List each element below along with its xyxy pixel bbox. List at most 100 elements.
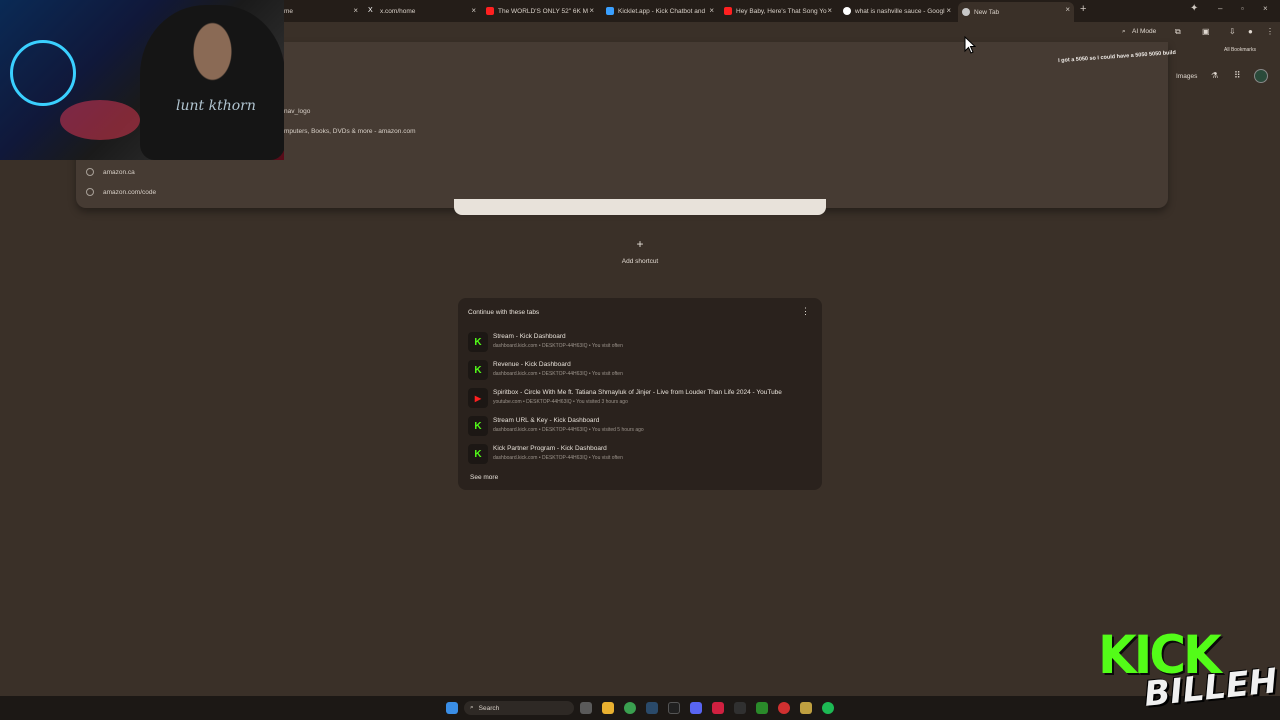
taskbar-search[interactable]: ⌕ Search bbox=[464, 701, 574, 715]
tab-label: Hey Baby, Here's That Song Yo bbox=[736, 7, 827, 15]
menu-icon[interactable]: ⋮ bbox=[1266, 27, 1274, 36]
tab-new-tab[interactable]: New Tab × bbox=[958, 2, 1074, 22]
tab-item-subtitle: dashboard.kick.com • DESKTOP-44H63IQ • Y… bbox=[493, 343, 623, 349]
kick-icon: K bbox=[468, 416, 488, 436]
tab-item-title: Revenue - Kick Dashboard bbox=[493, 361, 571, 368]
extensions-icon[interactable]: ⧉ bbox=[1175, 27, 1181, 37]
tab-item[interactable]: ▶ Spiritbox - Circle With Me ft. Tatiana… bbox=[466, 386, 816, 412]
tab-label: Kicklet.app - Kick Chatbot and bbox=[618, 7, 706, 15]
ai-sparkle-icon[interactable]: ✦ bbox=[1190, 3, 1198, 14]
profile-icon[interactable]: ● bbox=[1248, 27, 1253, 36]
rgb-keyboard-light bbox=[60, 100, 140, 140]
tab-kicklet[interactable]: Kicklet.app - Kick Chatbot and × bbox=[606, 3, 714, 19]
suggestion-label: amazon.ca bbox=[103, 168, 135, 176]
close-tab-icon[interactable]: × bbox=[709, 6, 714, 15]
tab-youtube-song[interactable]: Hey Baby, Here's That Song Yo × bbox=[724, 3, 832, 19]
tab-label: x.com/home bbox=[380, 7, 416, 15]
tab-item-title: Spiritbox - Circle With Me ft. Tatiana S… bbox=[493, 389, 782, 396]
app-star-icon[interactable] bbox=[800, 702, 812, 714]
tab-google-search[interactable]: what is nashville sauce - Googl × bbox=[843, 3, 951, 19]
add-shortcut-label: Add shortcut bbox=[621, 258, 659, 265]
new-tab-button[interactable]: + bbox=[1080, 3, 1086, 15]
chrome-icon[interactable] bbox=[624, 702, 636, 714]
see-more-link[interactable]: See more bbox=[470, 474, 498, 481]
search-box[interactable] bbox=[454, 199, 826, 215]
globe-icon bbox=[86, 188, 94, 196]
add-shortcut-button[interactable]: + Add shortcut bbox=[620, 234, 660, 274]
overlay-caption: I got a 5050 so I could have a 5050 5050… bbox=[1057, 49, 1177, 65]
globe-icon bbox=[86, 168, 94, 176]
close-tab-icon[interactable]: × bbox=[827, 6, 832, 15]
taskbar bbox=[0, 696, 1280, 720]
labs-flask-icon[interactable]: ⚗ bbox=[1211, 71, 1218, 80]
rgb-fan-light bbox=[10, 40, 76, 106]
streamer bbox=[140, 5, 284, 160]
tab-item-subtitle: dashboard.kick.com • DESKTOP-44H63IQ • Y… bbox=[493, 371, 623, 377]
youtube-icon bbox=[486, 7, 494, 15]
account-avatar[interactable] bbox=[1254, 69, 1268, 83]
suggestion-nav-logo[interactable]: nav_logo bbox=[284, 108, 310, 115]
close-window-button[interactable]: × bbox=[1263, 4, 1268, 13]
webcam-overlay: lunt kthorn bbox=[0, 0, 284, 160]
mouse-cursor-icon bbox=[964, 36, 976, 54]
tab-label: what is nashville sauce - Googl bbox=[855, 7, 945, 15]
tab-item-title: Stream - Kick Dashboard bbox=[493, 333, 566, 340]
search-icon: ⌕ bbox=[470, 704, 474, 711]
suggestion-amazon-com[interactable]: mputers, Books, DVDs & more - amazon.com bbox=[284, 128, 416, 135]
tab-item-subtitle: dashboard.kick.com • DESKTOP-44H63IQ • Y… bbox=[493, 455, 623, 461]
chrome-icon bbox=[962, 8, 970, 16]
card-title: Continue with these tabs bbox=[468, 309, 540, 316]
tab-label: The WORLD'S ONLY 52" 6K M bbox=[498, 7, 589, 15]
x-logo-icon: X bbox=[368, 7, 373, 14]
close-tab-icon[interactable]: × bbox=[946, 6, 951, 15]
suggestion-amazon-ca[interactable]: amazon.ca bbox=[86, 168, 135, 176]
nvidia-icon[interactable] bbox=[756, 702, 768, 714]
apps-grid-icon[interactable]: ⠿ bbox=[1234, 70, 1241, 81]
discord-icon[interactable] bbox=[690, 702, 702, 714]
youtube-icon: ▶ bbox=[468, 388, 488, 408]
close-tab-icon[interactable]: × bbox=[471, 6, 476, 15]
terminal-icon[interactable] bbox=[668, 702, 680, 714]
tab-item[interactable]: K Revenue - Kick Dashboard dashboard.kic… bbox=[466, 358, 816, 384]
close-tab-icon[interactable]: × bbox=[1065, 5, 1070, 14]
downloads-icon[interactable]: ⇩ bbox=[1229, 27, 1236, 36]
task-view-icon[interactable] bbox=[580, 702, 592, 714]
app-red-icon[interactable] bbox=[712, 702, 724, 714]
suggestion-amazon-code[interactable]: amazon.com/code bbox=[86, 188, 156, 196]
steam-icon[interactable] bbox=[646, 702, 658, 714]
suggestion-label: amazon.com/code bbox=[103, 188, 157, 196]
tab-item-subtitle: dashboard.kick.com • DESKTOP-44H63IQ • Y… bbox=[493, 427, 644, 433]
tab-item[interactable]: K Stream - Kick Dashboard dashboard.kick… bbox=[466, 330, 816, 356]
tab-home[interactable]: me × bbox=[284, 3, 358, 19]
continue-tabs-card: Continue with these tabs ⋮ K Stream - Ki… bbox=[458, 298, 822, 490]
tab-x-home[interactable]: X x.com/home × bbox=[368, 3, 476, 19]
spotify-icon[interactable] bbox=[822, 702, 834, 714]
kick-icon: K bbox=[468, 444, 488, 464]
minimize-button[interactable]: – bbox=[1218, 4, 1222, 13]
tab-label: New Tab bbox=[974, 8, 1000, 16]
shirt-logo-text: lunt kthorn bbox=[176, 98, 256, 114]
sidepanel-icon[interactable]: ▣ bbox=[1202, 27, 1210, 36]
images-link[interactable]: Images bbox=[1176, 73, 1197, 80]
tab-item[interactable]: K Stream URL & Key - Kick Dashboard dash… bbox=[466, 414, 816, 440]
taskbar-search-label: Search bbox=[478, 704, 500, 712]
windows-start-icon[interactable] bbox=[446, 702, 458, 714]
google-icon bbox=[843, 7, 851, 15]
close-tab-icon[interactable]: × bbox=[353, 6, 358, 15]
close-tab-icon[interactable]: × bbox=[589, 6, 594, 15]
all-bookmarks-link[interactable]: All Bookmarks bbox=[1224, 47, 1256, 53]
maximize-button[interactable]: ▫ bbox=[1241, 4, 1244, 13]
more-options-icon[interactable]: ⋮ bbox=[801, 306, 810, 317]
tab-item-subtitle: youtube.com • DESKTOP-44H63IQ • You visi… bbox=[493, 399, 628, 405]
mail-icon[interactable] bbox=[734, 702, 746, 714]
app-circle-icon[interactable] bbox=[778, 702, 790, 714]
file-explorer-icon[interactable] bbox=[602, 702, 614, 714]
tab-label: me bbox=[284, 7, 294, 15]
kicklet-icon bbox=[606, 7, 614, 15]
tab-item[interactable]: K Kick Partner Program - Kick Dashboard … bbox=[466, 442, 816, 468]
kick-icon: K bbox=[468, 360, 488, 380]
ai-mode-button[interactable]: AI Mode bbox=[1132, 28, 1156, 35]
tab-youtube-monitor[interactable]: The WORLD'S ONLY 52" 6K M × bbox=[486, 3, 594, 19]
tab-item-title: Stream URL & Key - Kick Dashboard bbox=[493, 417, 600, 424]
kick-icon: K bbox=[468, 332, 488, 352]
